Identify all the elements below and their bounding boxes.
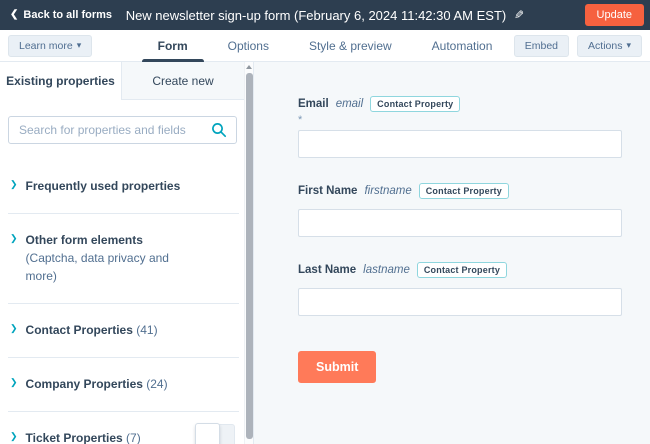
form-title: New newsletter sign-up form (February 6,… (125, 7, 507, 23)
contact-property-badge: Contact Property (416, 262, 508, 278)
property-search-input[interactable] (8, 116, 237, 144)
form-field-email[interactable]: Email email Contact Property * (298, 96, 622, 158)
section-contact-properties[interactable]: ❯ Contact Properties (41) (8, 304, 239, 358)
field-label: Email (298, 98, 329, 110)
contact-property-badge: Contact Property (418, 183, 509, 199)
caret-down-icon: ▾ (626, 40, 631, 50)
tab-form[interactable]: Form (141, 30, 204, 64)
update-button[interactable]: Update (584, 4, 644, 26)
edit-title-icon[interactable]: ✎ (514, 8, 524, 22)
tab-automation[interactable]: Automation (430, 30, 495, 61)
chevron-right-icon: ❯ (10, 431, 18, 441)
form-preview-pane: Email email Contact Property * First Nam… (254, 62, 650, 444)
contact-property-badge: Contact Property (370, 96, 461, 112)
back-label: Back to all forms (23, 9, 113, 21)
tab-options[interactable]: Options (226, 30, 271, 61)
editor-toolbar: Learn more ▾ Form Options Style & previe… (0, 30, 650, 64)
chevron-right-icon: ❯ (10, 377, 18, 387)
field-internal-name: lastname (363, 264, 410, 276)
firstname-field-input[interactable] (298, 209, 622, 237)
sidebar-scrollbar[interactable] (244, 62, 253, 444)
field-internal-name: firstname (364, 185, 412, 197)
form-field-firstname[interactable]: First Name firstname Contact Property (298, 183, 622, 237)
caret-down-icon: ▾ (76, 40, 82, 50)
tab-create-new[interactable]: Create new (122, 62, 244, 100)
submit-button[interactable]: Submit (298, 351, 377, 383)
section-other-form-elements[interactable]: ❯ Other form elements (Captcha, data pri… (8, 214, 239, 304)
email-field-input[interactable] (298, 130, 622, 158)
chevron-right-icon: ❯ (10, 323, 18, 333)
field-label: Last Name (298, 264, 357, 276)
field-internal-name: email (335, 98, 364, 110)
toggle-knob (195, 423, 220, 444)
actions-button[interactable]: Actions ▾ (577, 34, 642, 57)
ticket-properties-toggle[interactable] (195, 423, 235, 444)
app-header: ❮ Back to all forms New newsletter sign-… (0, 0, 650, 30)
section-ticket-properties[interactable]: ❯ Ticket Properties (7) (8, 412, 239, 444)
properties-sidebar: Existing properties Create new ❯ Frequen… (0, 62, 254, 444)
form-field-lastname[interactable]: Last Name lastname Contact Property (298, 262, 622, 316)
learn-more-button[interactable]: Learn more ▾ (8, 34, 93, 57)
tab-existing-properties[interactable]: Existing properties (0, 62, 122, 100)
scroll-up-icon (246, 65, 252, 69)
section-frequently-used-properties[interactable]: ❯ Frequently used properties (8, 160, 239, 214)
lastname-field-input[interactable] (298, 288, 622, 316)
back-to-forms-button[interactable]: ❮ Back to all forms (6, 9, 116, 21)
scrollbar-thumb[interactable] (246, 73, 253, 439)
embed-button[interactable]: Embed (513, 34, 570, 57)
tab-style-preview[interactable]: Style & preview (307, 30, 394, 61)
chevron-right-icon: ❯ (10, 233, 18, 243)
field-label: First Name (298, 185, 358, 197)
required-marker: * (298, 114, 303, 126)
back-chevron-icon: ❮ (10, 9, 19, 20)
section-company-properties[interactable]: ❯ Company Properties (24) (8, 358, 239, 412)
chevron-right-icon: ❯ (10, 179, 18, 189)
